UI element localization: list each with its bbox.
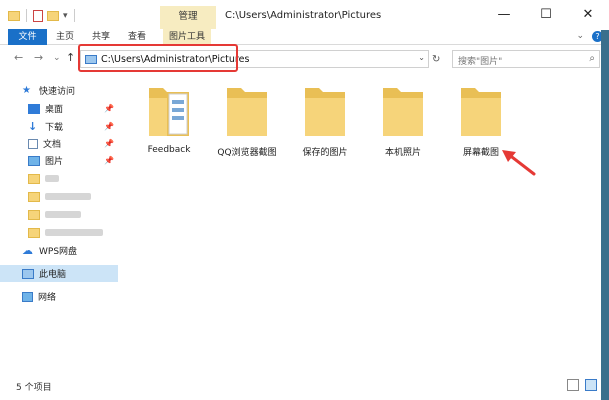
sidebar-item-desktop[interactable]: 桌面 📌 [0,100,118,117]
annotation-arrow-icon [502,150,536,176]
folder-label: QQ浏览器截图 [217,148,277,158]
tab-picture-tools[interactable]: 图片工具 [163,29,211,45]
title-bar: ▾ 管理 C:\Users\Administrator\Pictures — ☐… [0,0,609,30]
desktop-background-edge [601,30,609,400]
sidebar-item-this-pc[interactable]: 此电脑 [0,265,118,282]
sidebar-item-quick-access[interactable]: ★ 快速访问 [0,82,118,99]
sidebar-item-label: 图片 [45,157,64,167]
blurred-label [45,211,81,218]
divider [26,9,27,22]
sidebar-item-folder[interactable] [0,170,118,187]
chevron-down-icon[interactable]: ⌄ [576,31,584,42]
navigation-pane: ★ 快速访问 桌面 📌 ↓ 下载 📌 文档 📌 图片 📌 ☁ WPS网盘 此电脑… [0,78,118,370]
up-button[interactable]: ↑ [66,51,75,64]
recent-locations-button[interactable]: ⌄ [53,53,61,63]
folder-item-screenshots[interactable]: 屏幕截图 [442,80,520,158]
maximize-button[interactable]: ☐ [525,0,567,30]
picture-icon [28,155,40,166]
document-icon [28,138,38,149]
sidebar-item-label: 桌面 [45,105,64,115]
folder-label: 保存的图片 [302,148,348,158]
folder-icon [28,173,40,184]
folder-icon [383,88,423,136]
blurred-label [45,229,103,236]
sidebar-item-pictures[interactable]: 图片 📌 [0,152,118,169]
download-icon: ↓ [28,119,38,133]
folder-icon [461,88,501,136]
folder-item-camera-roll[interactable]: 本机照片 [364,80,442,158]
sidebar-item-network[interactable]: 网络 [0,288,118,305]
folder-icon [227,88,267,136]
customize-toolbar-icon[interactable]: ▾ [63,11,68,21]
tab-file[interactable]: 文件 [8,29,47,45]
folder-label: Feedback [147,145,191,155]
folder-icon [28,227,40,238]
large-icons-view-icon[interactable] [585,379,597,391]
star-icon: ★ [22,84,31,96]
refresh-icon[interactable]: ↻ [432,54,440,65]
sidebar-item-folder[interactable] [0,188,118,205]
chevron-down-icon[interactable]: ⌄ [418,53,425,62]
sidebar-item-wps[interactable]: ☁ WPS网盘 [0,242,118,259]
sidebar-item-label: 快速访问 [39,87,76,97]
sidebar-item-label: 网络 [38,293,57,303]
item-count: 5 个项目 [16,383,52,393]
back-button[interactable]: ← [14,51,23,64]
quick-access-toolbar: ▾ [8,9,77,22]
details-view-icon[interactable] [567,379,579,391]
minimize-button[interactable]: — [483,0,525,30]
pin-icon[interactable]: 📌 [104,139,114,148]
blurred-label [45,193,91,200]
cloud-icon: ☁ [22,243,33,257]
sidebar-item-folder[interactable] [0,224,118,241]
folder-label: 本机照片 [384,148,421,158]
forward-button[interactable]: → [34,51,43,64]
sidebar-item-folder[interactable] [0,206,118,223]
ribbon-controls: ⌄ ? [576,31,603,42]
view-toggle [567,379,597,391]
pin-icon[interactable]: 📌 [104,122,114,131]
file-list: Feedback QQ浏览器截图 保存的图片 本机照片 屏幕截图 [120,72,609,370]
divider [73,9,75,22]
properties-icon[interactable] [33,9,43,22]
address-highlight-box [78,44,238,72]
sidebar-item-downloads[interactable]: ↓ 下载 📌 [0,118,118,135]
folder-item-feedback[interactable]: Feedback [130,80,208,155]
sidebar-item-label: 下载 [45,123,64,133]
pin-icon[interactable]: 📌 [104,104,114,113]
sidebar-item-label: 文档 [43,140,62,150]
network-icon [22,291,33,302]
close-button[interactable]: ✕ [567,0,609,30]
tab-view[interactable]: 查看 [124,29,150,45]
folder-icon [305,88,345,136]
computer-icon [22,268,34,279]
sidebar-item-label: 此电脑 [39,270,67,280]
blurred-label [45,175,59,182]
search-box[interactable]: 搜索"图片" ⌕ [452,50,600,68]
folder-item-qq-browser-screenshots[interactable]: QQ浏览器截图 [208,80,286,158]
desktop-icon [28,103,40,114]
folder-item-saved-pictures[interactable]: 保存的图片 [286,80,364,158]
folder-icon [149,88,189,136]
search-icon[interactable]: ⌕ [589,53,595,64]
folder-icon [28,191,40,202]
context-tab-manage[interactable]: 管理 [160,6,216,30]
folder-icon [28,209,40,220]
new-folder-icon[interactable] [47,10,59,21]
folder-icon [8,10,20,21]
ribbon-tabs: 文件 主页 共享 查看 图片工具 ⌄ ? [0,29,609,45]
search-input[interactable]: 搜索"图片" [458,54,502,67]
tab-home[interactable]: 主页 [52,29,78,45]
window-controls: — ☐ ✕ [483,0,609,30]
tab-share[interactable]: 共享 [88,29,114,45]
status-bar: 5 个项目 [0,372,609,400]
window-title: C:\Users\Administrator\Pictures [225,10,382,21]
sidebar-item-label: WPS网盘 [39,247,78,257]
sidebar-item-documents[interactable]: 文档 📌 [0,135,118,152]
pin-icon[interactable]: 📌 [104,156,114,165]
